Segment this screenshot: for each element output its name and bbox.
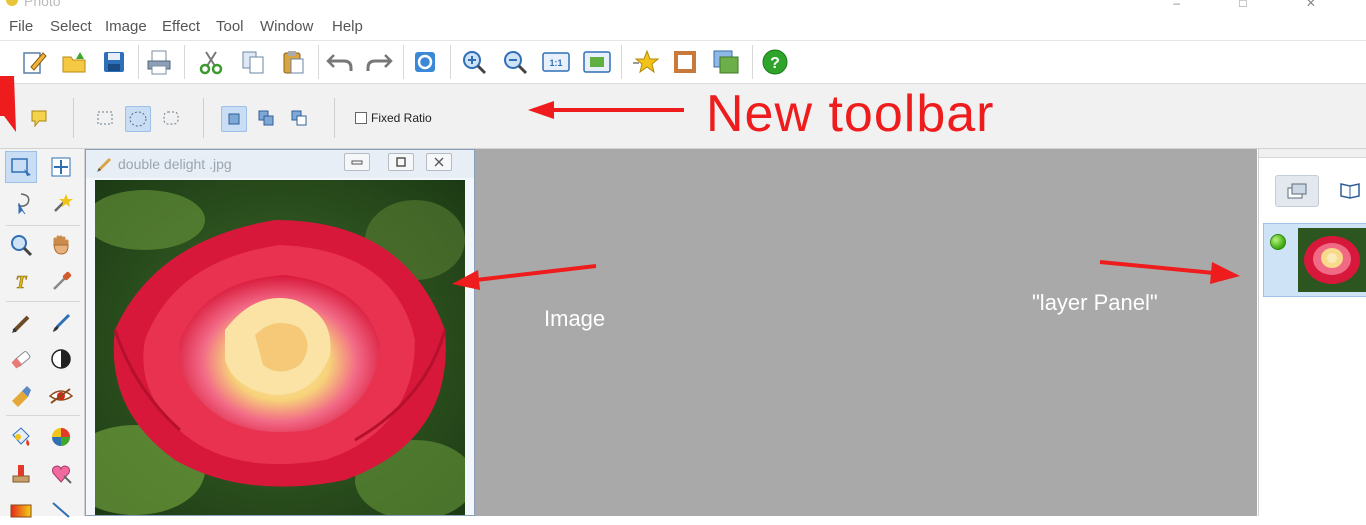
app-icon [6, 0, 18, 6]
tooltip-icon[interactable] [27, 106, 51, 130]
layer-thumbnail [1298, 228, 1366, 292]
zoom-in-icon[interactable] [459, 47, 489, 77]
menu-select[interactable]: Select [50, 18, 92, 35]
undo-icon[interactable] [325, 47, 355, 77]
selection-replace-icon[interactable] [221, 106, 247, 132]
layer-panel-header [1259, 149, 1366, 158]
svg-text:?: ? [770, 55, 780, 72]
layer-item[interactable] [1263, 223, 1366, 297]
window-controls[interactable]: – □ ✕ [1173, 0, 1344, 10]
eraser-tool-icon[interactable] [5, 343, 37, 375]
paste-icon[interactable] [278, 47, 308, 77]
brush-tool-icon[interactable] [45, 307, 77, 339]
menu-window[interactable]: Window [260, 18, 313, 35]
print-icon[interactable] [144, 47, 174, 77]
pencil-tool-icon[interactable] [5, 307, 37, 339]
line-tool-icon[interactable] [45, 493, 77, 525]
contrast-tool-icon[interactable] [45, 343, 77, 375]
annotation-arrow-layer-panel [1099, 260, 1240, 284]
close-button[interactable] [426, 153, 452, 171]
save-icon[interactable] [99, 47, 129, 77]
help-icon[interactable]: ? [760, 47, 790, 77]
close-icon [434, 157, 444, 167]
text-tool-icon[interactable]: T [5, 265, 37, 297]
tool-palette: T [0, 149, 85, 518]
fixed-ratio-label: Fixed Ratio [371, 111, 432, 125]
open-icon[interactable] [60, 47, 90, 77]
selection-subtract-icon[interactable] [287, 106, 311, 130]
menu-file[interactable]: File [9, 18, 33, 35]
annotation-arrow-left-edge [0, 76, 16, 132]
refresh-icon[interactable] [410, 47, 440, 77]
selection-add-icon[interactable] [254, 106, 278, 130]
annotation-arrow-image [452, 264, 597, 290]
menu-effect[interactable]: Effect [162, 18, 200, 35]
layer-visibility-icon[interactable] [1270, 234, 1286, 250]
annotation-arrow-toolbar [528, 101, 684, 119]
svg-text:1:1: 1:1 [549, 58, 562, 68]
menu-bar: File Select Image Effect Tool Window Hel… [0, 14, 1366, 41]
minimize-button[interactable] [344, 153, 370, 171]
menu-image[interactable]: Image [105, 18, 147, 35]
red-eye-tool-icon[interactable] [45, 379, 77, 411]
main-toolbar: 1:1 ? [0, 41, 1366, 84]
rose-photo [95, 180, 465, 515]
app-title: Photo [24, 0, 61, 9]
document-window: double delight .jpg [85, 149, 475, 516]
lasso-tool-icon[interactable] [5, 187, 37, 219]
layers-icon[interactable] [711, 47, 741, 77]
book-icon [1340, 183, 1360, 199]
new-icon[interactable] [19, 47, 49, 77]
zoom-tool-icon[interactable] [5, 229, 37, 261]
document-titlebar: double delight .jpg [86, 150, 474, 178]
rect-select-tool-icon[interactable] [5, 151, 37, 183]
smudge-tool-icon[interactable] [5, 379, 37, 411]
fixed-ratio-checkbox[interactable]: Fixed Ratio [355, 111, 432, 125]
fit-window-icon[interactable] [582, 47, 612, 77]
layers-tab-icon [1287, 183, 1307, 199]
maximize-icon [396, 157, 406, 167]
color-replace-tool-icon[interactable] [45, 421, 77, 453]
menu-tool[interactable]: Tool [216, 18, 244, 35]
move-tool-icon[interactable] [45, 151, 77, 183]
cut-icon[interactable] [196, 47, 226, 77]
copy-icon[interactable] [238, 47, 268, 77]
svg-text:T: T [16, 272, 28, 292]
actual-size-icon[interactable]: 1:1 [541, 47, 571, 77]
heal-tool-icon[interactable] [45, 457, 77, 489]
layers-tab-button[interactable] [1275, 175, 1319, 207]
pencil-icon [97, 157, 112, 172]
document-image[interactable] [95, 180, 465, 515]
frame-icon[interactable] [670, 47, 700, 77]
favorite-icon[interactable] [630, 47, 660, 77]
layer-panel [1258, 149, 1366, 516]
zoom-out-icon[interactable] [500, 47, 530, 77]
gradient-tool-icon[interactable] [5, 493, 37, 525]
fill-tool-icon[interactable] [5, 421, 37, 453]
stamp-tool-icon[interactable] [5, 457, 37, 489]
annotation-layer-panel: "layer Panel" [1032, 290, 1158, 315]
magic-wand-tool-icon[interactable] [45, 187, 77, 219]
eyedropper-tool-icon[interactable] [45, 265, 77, 297]
rect-select-icon[interactable] [93, 106, 117, 130]
title-bar: Photo – □ ✕ [0, 0, 1366, 14]
minimize-icon [351, 160, 363, 165]
menu-help[interactable]: Help [332, 18, 363, 35]
document-title: double delight .jpg [118, 156, 232, 172]
hand-tool-icon[interactable] [45, 229, 77, 261]
annotation-new-toolbar: New toolbar [706, 85, 995, 143]
annotation-image: Image [544, 306, 606, 331]
selection-toolbar: Fixed Ratio New toolbar [0, 76, 1366, 149]
ellipse-select-icon[interactable] [125, 106, 151, 132]
redo-icon[interactable] [364, 47, 394, 77]
fixed-ratio-box[interactable] [355, 112, 367, 124]
rounded-select-icon[interactable] [159, 106, 183, 130]
maximize-button[interactable] [388, 153, 414, 171]
history-tab-button[interactable] [1329, 175, 1366, 205]
